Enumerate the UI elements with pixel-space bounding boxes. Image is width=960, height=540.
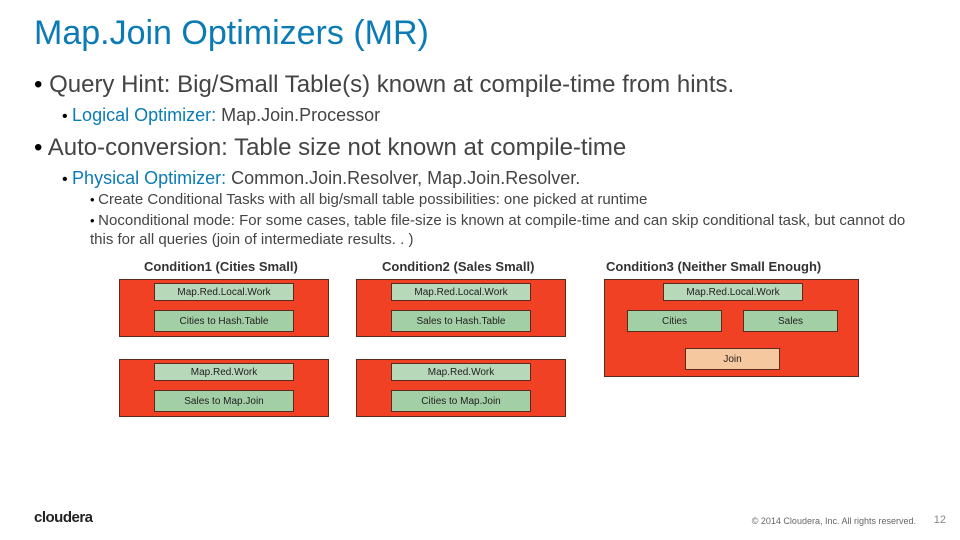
slide-title: Map.Join Optimizers (MR) — [0, 0, 960, 53]
copyright-text: © 2014 Cloudera, Inc. All rights reserve… — [752, 516, 916, 526]
cond2-local-head: Map.Red.Local.Work — [391, 283, 531, 301]
cond1-local-head: Map.Red.Local.Work — [154, 283, 294, 301]
cond3-label: Condition3 (Neither Small Enough) — [606, 259, 821, 274]
cond1-hash: Cities to Hash.Table — [154, 310, 294, 332]
bullet-query-hint: Query Hint: Big/Small Table(s) known at … — [34, 71, 926, 126]
cond2-panel-local: Map.Red.Local.Work Sales to Hash.Table — [356, 279, 566, 337]
bullet-physical-optimizer: Physical Optimizer: Common.Join.Resolver… — [62, 168, 926, 249]
cond2-label: Condition2 (Sales Small) — [382, 259, 534, 274]
cloudera-logo: cloudera — [34, 509, 93, 526]
slide-content: Query Hint: Big/Small Table(s) known at … — [0, 53, 960, 449]
page-number: 12 — [934, 514, 946, 526]
cond1-label: Condition1 (Cities Small) — [144, 259, 298, 274]
cond3-panel: Map.Red.Local.Work Cities Sales Join — [604, 279, 859, 377]
bullet-noconditional: Noconditional mode: For some cases, tabl… — [90, 212, 926, 250]
cond2-mapjoin: Cities to Map.Join — [391, 390, 531, 412]
cond3-join: Join — [685, 348, 780, 370]
bullet-create-conditional: Create Conditional Tasks with all big/sm… — [90, 191, 926, 210]
cond1-mapjoin: Sales to Map.Join — [154, 390, 294, 412]
bullet-auto-conversion: Auto-conversion: Table size not known at… — [34, 134, 926, 249]
cond2-panel-mr: Map.Red.Work Cities to Map.Join — [356, 359, 566, 417]
cond2-mr-head: Map.Red.Work — [391, 363, 531, 381]
bullet-logical-optimizer: Logical Optimizer: Map.Join.Processor — [62, 105, 926, 126]
cond3-sales: Sales — [743, 310, 838, 332]
cond1-mr-head: Map.Red.Work — [154, 363, 294, 381]
cond3-cities: Cities — [627, 310, 722, 332]
cond2-hash: Sales to Hash.Table — [391, 310, 531, 332]
cond1-panel-local: Map.Red.Local.Work Cities to Hash.Table — [119, 279, 329, 337]
conditions-diagram: Condition1 (Cities Small) Map.Red.Local.… — [34, 259, 926, 449]
cond3-local-head: Map.Red.Local.Work — [663, 283, 803, 301]
cond1-panel-mr: Map.Red.Work Sales to Map.Join — [119, 359, 329, 417]
